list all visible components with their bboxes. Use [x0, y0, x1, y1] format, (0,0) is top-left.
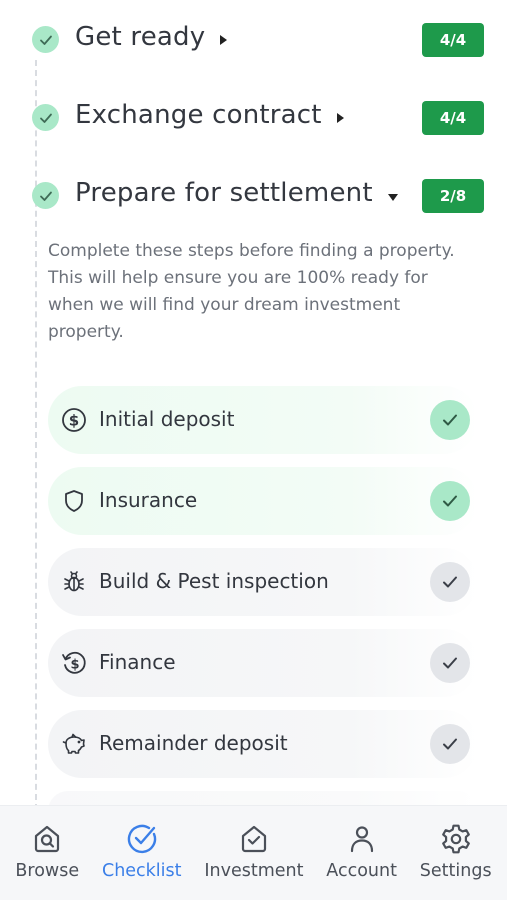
- nav-investment[interactable]: Investment: [204, 806, 303, 881]
- step-label: Initial deposit: [99, 407, 235, 431]
- nav-settings[interactable]: Settings: [420, 806, 492, 881]
- step-list: $ Initial deposit Insurance Build & Pest…: [48, 386, 478, 811]
- checklist-icon: [125, 822, 159, 856]
- section-get-ready[interactable]: Get ready 4/4: [0, 11, 507, 67]
- settings-gear-icon: [439, 822, 473, 856]
- svg-text:$: $: [69, 412, 79, 430]
- caret-right-icon: [336, 101, 345, 131]
- progress-badge: 2/8: [422, 179, 484, 213]
- section-exchange-contract[interactable]: Exchange contract 4/4: [0, 89, 507, 145]
- step-label: Insurance: [99, 488, 198, 512]
- nav-label: Account: [326, 861, 397, 881]
- section-complete-check-icon: [32, 26, 59, 53]
- section-complete-check-icon: [32, 104, 59, 131]
- progress-badge: 4/4: [422, 101, 484, 135]
- piggy-bank-icon: [61, 731, 87, 757]
- step-complete-check-icon[interactable]: [430, 481, 470, 521]
- nav-label: Browse: [15, 861, 80, 881]
- step-initial-deposit[interactable]: $ Initial deposit: [48, 386, 478, 454]
- investment-house-icon: [237, 822, 271, 856]
- section-title: Exchange contract: [75, 100, 345, 131]
- step-label: Build & Pest inspection: [99, 569, 329, 593]
- svg-text:$: $: [70, 658, 79, 673]
- step-insurance[interactable]: Insurance: [48, 467, 478, 535]
- section-title: Prepare for settlement: [75, 178, 399, 209]
- step-pending-check-icon[interactable]: [430, 643, 470, 683]
- nav-browse[interactable]: Browse: [15, 806, 79, 881]
- browse-house-search-icon: [30, 822, 64, 856]
- step-pending-check-icon[interactable]: [430, 724, 470, 764]
- section-complete-check-icon: [32, 182, 59, 209]
- section-description: Complete these steps before finding a pr…: [48, 241, 455, 342]
- nav-label: Checklist: [101, 861, 182, 881]
- section-title: Get ready: [75, 22, 228, 53]
- step-label: Finance: [99, 650, 176, 674]
- bottom-nav: Browse Checklist Investment Account Sett…: [0, 805, 507, 900]
- step-build-pest-inspection[interactable]: Build & Pest inspection: [48, 548, 478, 616]
- nav-label: Investment: [204, 861, 304, 881]
- nav-checklist[interactable]: Checklist: [102, 806, 182, 881]
- section-prepare-for-settlement[interactable]: Prepare for settlement 2/8: [0, 167, 507, 223]
- step-remainder-deposit[interactable]: Remainder deposit: [48, 710, 478, 778]
- nav-label: Settings: [419, 861, 492, 881]
- step-finance[interactable]: $ Finance: [48, 629, 478, 697]
- shield-icon: [61, 488, 87, 514]
- bug-icon: [61, 569, 87, 595]
- account-person-icon: [345, 822, 379, 856]
- nav-account[interactable]: Account: [326, 806, 397, 881]
- step-label: Remainder deposit: [99, 731, 288, 755]
- dollar-circle-icon: $: [61, 407, 87, 433]
- step-complete-check-icon[interactable]: [430, 400, 470, 440]
- progress-badge: 4/4: [422, 23, 484, 57]
- dollar-refresh-icon: $: [61, 650, 87, 676]
- caret-right-icon: [219, 23, 228, 53]
- step-pending-check-icon[interactable]: [430, 562, 470, 602]
- caret-down-icon: [387, 179, 399, 209]
